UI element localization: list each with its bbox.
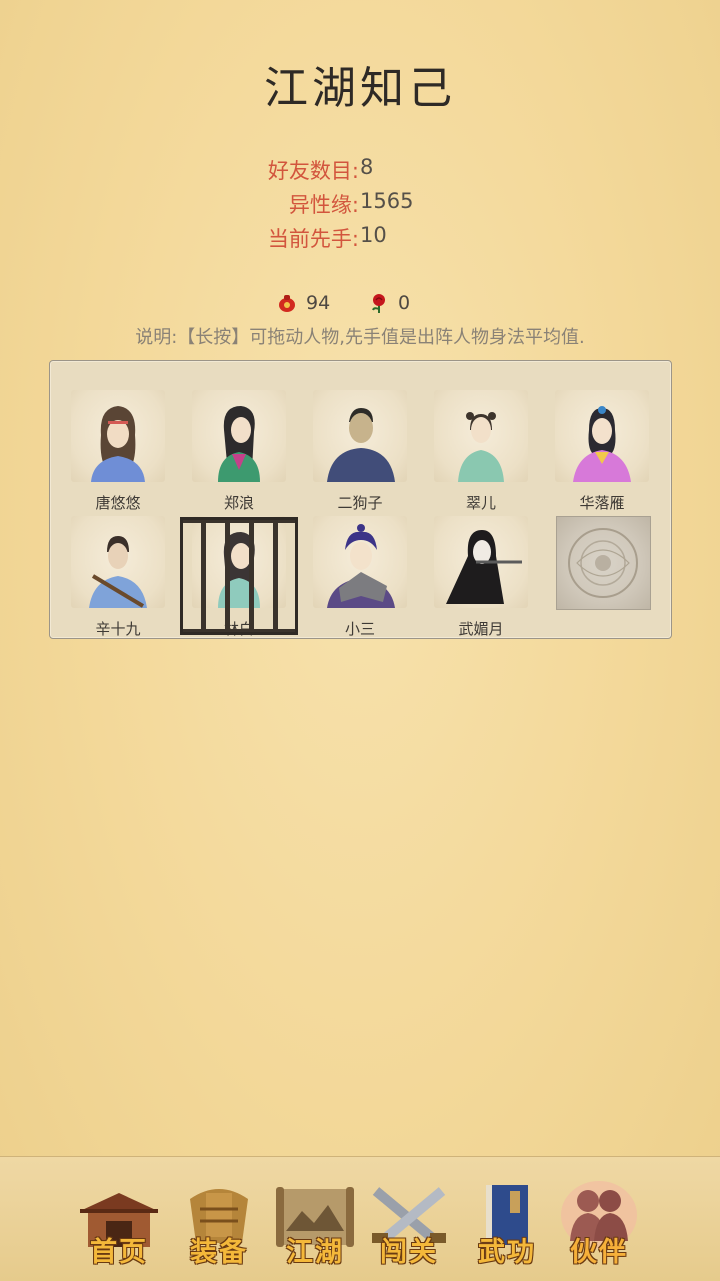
companion-panel: 唐悠悠 郑浪 二狗子 翠儿 华落雁 辛十九 小三 武媚月 — [49, 360, 672, 639]
nav-companions[interactable]: 伙伴 — [556, 1177, 642, 1268]
nav-challenge[interactable]: 闯关 — [366, 1177, 452, 1268]
nav-equipment[interactable]: 装备 — [176, 1177, 262, 1268]
red-pouch-counter: 94 — [276, 289, 330, 317]
character-portrait — [555, 390, 649, 482]
nav-label: 首页 — [90, 1237, 148, 1268]
bottom-nav: 首页 装备 江湖 闯关 武功 伙伴 — [0, 1156, 720, 1281]
character-name: 郑浪 — [223, 494, 254, 512]
character-portrait — [313, 390, 407, 482]
nav-label: 伙伴 — [570, 1237, 628, 1268]
character-card[interactable]: 二狗子 — [313, 390, 407, 512]
stat-label: 好友数目: — [267, 159, 359, 183]
character-card[interactable]: 郑浪 — [192, 390, 286, 512]
nav-jianghu[interactable]: 江湖 — [272, 1177, 358, 1268]
red-pouch-value: 94 — [306, 292, 331, 314]
stat-label: 异性缘: — [288, 193, 359, 217]
character-card[interactable]: 小三 — [313, 516, 407, 638]
red-pouch-icon — [276, 292, 298, 314]
character-name: 辛十九 — [95, 620, 141, 638]
character-card[interactable]: 武媚月 — [434, 516, 528, 638]
stat-value: 8 — [360, 155, 374, 179]
empty-slot[interactable] — [556, 516, 651, 610]
instruction-note: 说明:【长按】可拖动人物,先手值是出阵人物身法平均值. — [135, 327, 585, 348]
character-card[interactable]: 唐悠悠 — [71, 390, 165, 512]
character-card[interactable]: 翠儿 — [434, 390, 528, 512]
nav-label: 闯关 — [380, 1237, 438, 1268]
nav-label: 武功 — [478, 1237, 536, 1268]
nav-label: 江湖 — [286, 1237, 344, 1268]
character-portrait — [313, 516, 407, 608]
character-name: 华落雁 — [579, 494, 625, 512]
character-portrait — [71, 390, 165, 482]
character-name: 唐悠悠 — [95, 494, 141, 512]
stat-initiative: 当前先手: 10 — [0, 223, 720, 257]
character-name: 小三 — [344, 620, 375, 638]
character-card[interactable]: 华落雁 — [555, 390, 649, 512]
character-name: 翠儿 — [465, 494, 496, 512]
locked-cage-overlay — [180, 517, 298, 635]
character-name: 武媚月 — [458, 620, 504, 638]
character-name: 二狗子 — [337, 494, 383, 512]
rose-icon — [368, 292, 390, 314]
stat-value: 10 — [360, 223, 387, 247]
character-portrait — [71, 516, 165, 608]
nav-martial-arts[interactable]: 武功 — [464, 1177, 550, 1268]
rose-counter: 0 — [368, 289, 410, 317]
page-title: 江湖知己 — [264, 63, 456, 114]
stat-label: 当前先手: — [267, 227, 359, 251]
character-portrait — [434, 516, 528, 608]
rose-value: 0 — [398, 292, 411, 314]
seal-emblem-icon — [557, 528, 650, 613]
stat-charm: 异性缘: 1565 — [0, 189, 720, 223]
nav-home[interactable]: 首页 — [76, 1177, 162, 1268]
character-portrait — [192, 390, 286, 482]
stat-friend-count: 好友数目: 8 — [0, 155, 720, 189]
character-portrait — [434, 390, 528, 482]
nav-label: 装备 — [190, 1237, 248, 1268]
character-card[interactable]: 辛十九 — [71, 516, 165, 638]
stat-value: 1565 — [360, 189, 414, 213]
